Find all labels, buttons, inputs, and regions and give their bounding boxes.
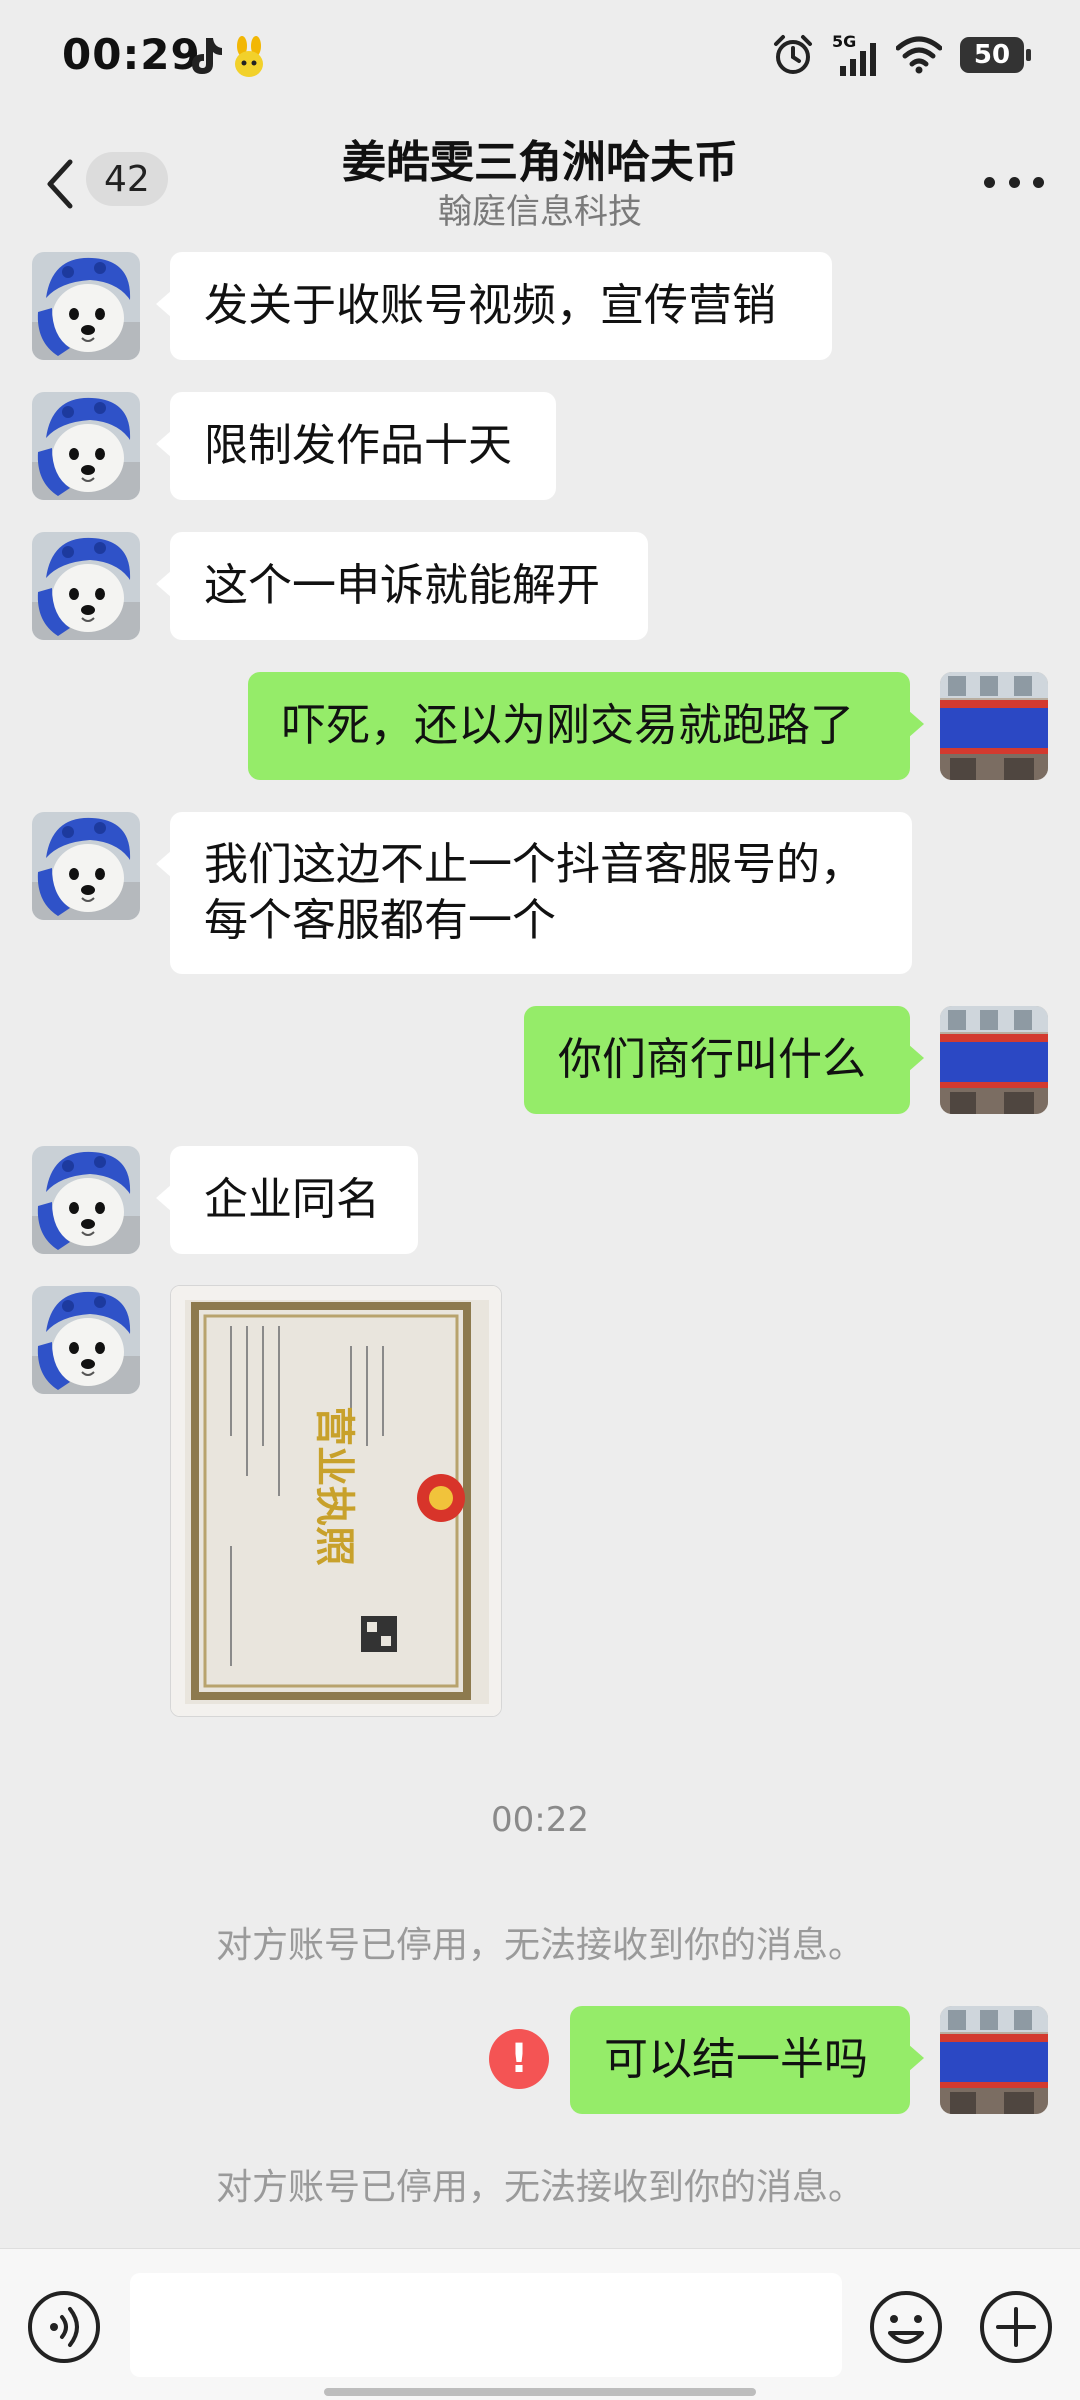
message-text: 你们商行叫什么 (558, 1034, 866, 1085)
contact-avatar[interactable] (32, 392, 140, 500)
voice-input-button[interactable] (26, 2289, 102, 2365)
message-text: 发关于收账号视频，宣传营销 (204, 280, 776, 331)
message-text: 吓死，还以为刚交易就跑路了 (282, 700, 854, 751)
tiktok-icon (192, 38, 222, 74)
alarm-icon (774, 35, 812, 74)
input-bar (0, 2248, 1080, 2400)
my-avatar[interactable] (940, 2006, 1048, 2114)
message-bubble-outgoing[interactable]: 你们商行叫什么 (524, 1006, 924, 1114)
system-notice: 对方账号已停用，无法接收到你的消息。 (215, 2167, 864, 2208)
home-indicator[interactable] (324, 2388, 756, 2396)
message-bubble[interactable]: 这个一申诉就能解开 (156, 532, 648, 640)
license-title-text: 营业执照 (311, 1406, 357, 1566)
battery-level: 50 (973, 40, 1011, 70)
status-bar: 00:29 5G 50 (0, 0, 1080, 118)
more-functions-button[interactable] (978, 2289, 1054, 2365)
message-bubble[interactable]: 我们这边不止一个抖音客服号的， 每个客服都有一个 (156, 812, 912, 974)
message-bubble[interactable]: 限制发作品十天 (156, 392, 556, 500)
chat-screen: 00:29 5G 50 42 姜皓雯三角洲哈夫币 翰庭信息科技 发关于收账号视频… (0, 0, 1080, 2400)
wifi-icon (896, 36, 942, 74)
license-photo: 营业执照 (171, 1286, 501, 1716)
message-input[interactable] (130, 2273, 842, 2377)
contact-avatar[interactable] (32, 252, 140, 360)
contact-avatar[interactable] (32, 1146, 140, 1254)
message-bubble-outgoing[interactable]: 吓死，还以为刚交易就跑路了 (248, 672, 924, 780)
message-text: 企业同名 (204, 1174, 380, 1225)
more-dot (1008, 176, 1020, 188)
message-timestamp: 00:22 (491, 1800, 589, 1840)
chat-subtitle: 翰庭信息科技 (438, 192, 642, 232)
business-license-image[interactable]: 营业执照 (170, 1285, 502, 1717)
my-avatar[interactable] (940, 672, 1048, 780)
system-notice: 对方账号已停用，无法接收到你的消息。 (215, 1925, 864, 1966)
contact-avatar[interactable] (32, 812, 140, 920)
more-options-button[interactable] (984, 170, 1044, 194)
my-avatar[interactable] (940, 1006, 1048, 1114)
status-time: 00:29 (62, 30, 201, 79)
status-icons: 5G 50 (772, 32, 1031, 76)
more-dot (1033, 176, 1044, 188)
send-failed-icon[interactable]: ! (489, 2029, 549, 2089)
signal-icon: 5G (832, 32, 878, 76)
message-text: 可以结一半吗 (604, 2034, 868, 2085)
emoji-button[interactable] (868, 2289, 944, 2365)
chat-header: 42 姜皓雯三角洲哈夫币 翰庭信息科技 (0, 118, 1080, 242)
app-mascot-icon (235, 36, 263, 77)
message-text: 限制发作品十天 (204, 420, 512, 471)
message-text-line: 我们这边不止一个抖音客服号的， (204, 839, 864, 890)
message-bubble[interactable]: 发关于收账号视频，宣传营销 (156, 252, 832, 360)
contact-avatar[interactable] (32, 532, 140, 640)
message-text-line: 每个客服都有一个 (204, 895, 556, 946)
message-bubble[interactable]: 企业同名 (156, 1146, 418, 1254)
message-bubble-outgoing[interactable]: 可以结一半吗 (570, 2006, 924, 2114)
more-dot (984, 176, 995, 188)
contact-avatar[interactable] (32, 1286, 140, 1394)
message-text: 这个一申诉就能解开 (204, 560, 600, 611)
chat-title: 姜皓雯三角洲哈夫币 (342, 137, 738, 188)
battery-icon: 50 (960, 37, 1031, 73)
